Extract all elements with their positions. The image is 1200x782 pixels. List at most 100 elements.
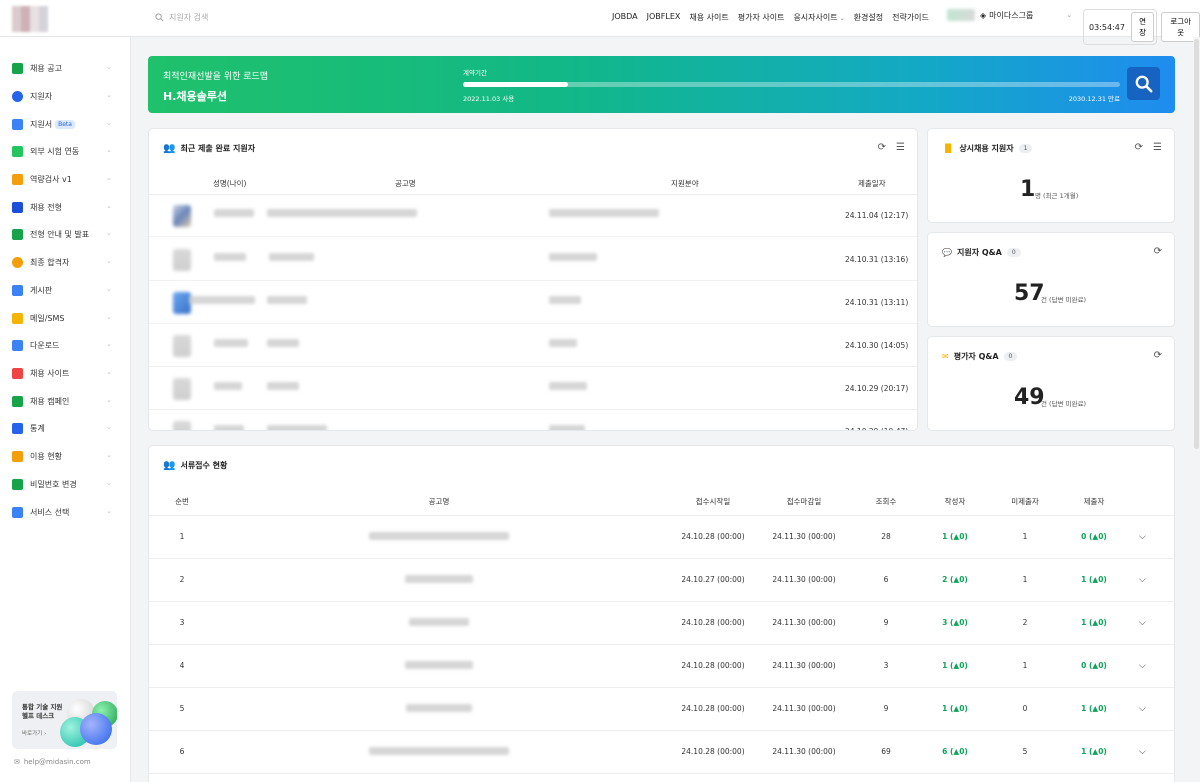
bar-chart-icon: [12, 450, 23, 462]
lock-bag-icon: [12, 478, 23, 490]
table-row[interactable]: 1 24.10.28 (00:00) 24.11.30 (00:00) 28 1 (▲0…: [149, 516, 1174, 559]
refresh-icon[interactable]: ⟳: [1154, 350, 1162, 361]
help-email[interactable]: ✉ help@midasin.com: [14, 758, 91, 766]
views: 9: [883, 704, 889, 713]
submitted-count[interactable]: 1 (▲0): [1081, 618, 1107, 627]
banner-search-button[interactable]: [1127, 67, 1160, 100]
nav-strategy-guide[interactable]: 전략가이드: [892, 12, 929, 23]
submit-date: 24.10.29 (10:47): [845, 427, 908, 430]
refresh-icon[interactable]: ⟳: [1154, 246, 1162, 257]
refresh-icon[interactable]: ⟳: [1135, 142, 1143, 153]
table-row[interactable]: 24.10.31 (13:11): [149, 282, 917, 324]
org-selector[interactable]: ◈ 마이다스그룹 ⌄: [947, 9, 1072, 21]
applicant-search[interactable]: 지원자 검색: [155, 12, 208, 23]
sidebar-item-10[interactable]: 메일/SMS ⌄: [12, 311, 118, 325]
chevron-down-icon[interactable]: ⌵: [1139, 747, 1146, 757]
redacted-field: [549, 253, 597, 261]
sidebar-item-13[interactable]: 채용 캠페인 ⌄: [12, 394, 118, 408]
submitted-count[interactable]: 1 (▲0): [1081, 704, 1107, 713]
sidebar-item-14[interactable]: 통계 ⌄: [12, 421, 118, 435]
document-table-header: 순번 공고명 접수시작일 접수마감일 조회수 작성자 미제출자 제출자: [149, 492, 1174, 516]
table-row[interactable]: 24.11.04 (12:17): [149, 195, 917, 237]
scroll-thumb[interactable]: [1194, 39, 1199, 449]
chevron-down-icon: ⌄: [106, 202, 112, 210]
filter-icon[interactable]: ☰: [1153, 142, 1162, 153]
regular-value: 1: [1020, 177, 1036, 202]
writers-count[interactable]: 1 (▲0): [942, 532, 968, 541]
writers-count[interactable]: 3 (▲0): [942, 618, 968, 627]
sidebar-item-label: 다운로드: [30, 340, 60, 350]
sidebar-item-4[interactable]: 외부 시험 연동 ⌄: [12, 144, 118, 158]
table-row[interactable]: 24.10.29 (20:17): [149, 368, 917, 410]
table-row[interactable]: 3 24.10.28 (00:00) 24.11.30 (00:00) 9 3 (▲0)…: [149, 602, 1174, 645]
nav-settings[interactable]: 환경설정: [854, 12, 883, 23]
table-row[interactable]: 24.10.30 (14:05): [149, 325, 917, 367]
sidebar-item-2[interactable]: 지원자 ⌄: [12, 89, 118, 103]
redacted-posting: [267, 425, 327, 430]
sidebar-item-16[interactable]: 비밀번호 변경 ⌄: [12, 477, 118, 491]
refresh-icon[interactable]: ⟳: [878, 142, 886, 153]
funnel-icon: [12, 422, 23, 434]
table-row[interactable]: 24.10.29 (10:47): [149, 411, 917, 430]
sidebar-item-6[interactable]: 채용 전형 ⌄: [12, 200, 118, 214]
table-row[interactable]: 2 24.10.27 (00:00) 24.11.30 (00:00) 6 2 (▲0)…: [149, 559, 1174, 602]
helpdesk-banner[interactable]: 통합 기술 지원 헬프 데스크 바로가기 ›: [12, 691, 117, 749]
chevron-down-icon: ⌄: [106, 423, 112, 431]
redacted-field: [549, 382, 587, 390]
redacted-field: [549, 339, 577, 347]
nav-jobflex[interactable]: JOBFLEX: [647, 12, 681, 23]
company-logo[interactable]: [12, 6, 48, 32]
chevron-down-icon[interactable]: ⌵: [1139, 704, 1146, 714]
redacted-posting: [369, 532, 509, 540]
sidebar-item-9[interactable]: 게시판 ⌄: [12, 283, 118, 297]
writers-count[interactable]: 6 (▲0): [942, 747, 968, 756]
col-end: 접수마감일: [786, 497, 822, 506]
submitted-count[interactable]: 0 (▲0): [1081, 532, 1107, 541]
download-icon: [12, 339, 23, 351]
sidebar-item-5[interactable]: 역량검사 v1 ⌄: [12, 172, 118, 186]
sidebar-item-12[interactable]: 채용 사이트 ⌄: [12, 366, 118, 380]
sidebar-item-17[interactable]: 서비스 선택 ⌄: [12, 505, 118, 519]
chevron-down-icon: ⌄: [106, 285, 112, 293]
nav-jobda[interactable]: JOBDA: [612, 12, 638, 23]
filter-icon[interactable]: ☰: [896, 142, 905, 153]
table-row[interactable]: 5 24.10.28 (00:00) 24.11.30 (00:00) 9 1 (▲0)…: [149, 688, 1174, 731]
submitted-count[interactable]: 1 (▲0): [1081, 575, 1107, 584]
sidebar-item-15[interactable]: 이용 현황 ⌄: [12, 449, 118, 463]
helpdesk-link[interactable]: 바로가기 ›: [22, 729, 46, 737]
writers-count[interactable]: 1 (▲0): [942, 661, 968, 670]
table-row[interactable]: 6 24.10.28 (00:00) 24.11.30 (00:00) 69 6 (▲0…: [149, 731, 1174, 774]
views: 28: [881, 532, 891, 541]
board-icon: [12, 284, 23, 296]
submitted-count[interactable]: 0 (▲0): [1081, 661, 1107, 670]
sidebar-item-label: 채용 전형: [30, 202, 62, 212]
submitted-count[interactable]: 1 (▲0): [1081, 747, 1107, 756]
search-icon: [1135, 75, 1152, 92]
submit-date: 24.10.30 (14:05): [845, 341, 909, 350]
writers-count[interactable]: 2 (▲0): [942, 575, 968, 584]
sidebar-item-1[interactable]: 채용 공고 ⌄: [12, 61, 118, 75]
search-input[interactable]: 지원자 검색: [169, 12, 208, 23]
page-scrollbar[interactable]: [1193, 37, 1200, 782]
sidebar-item-11[interactable]: 다운로드 ⌄: [12, 338, 118, 352]
chevron-down-icon[interactable]: ⌵: [1139, 532, 1146, 542]
diamond-icon: [12, 173, 23, 185]
table-row[interactable]: 4 24.10.28 (00:00) 24.11.30 (00:00) 3 1 (▲0)…: [149, 645, 1174, 688]
sidebar-item-3[interactable]: 지원서 Beta ⌄: [12, 117, 118, 131]
chevron-down-icon[interactable]: ⌵: [1139, 661, 1146, 671]
writers-count[interactable]: 1 (▲0): [942, 704, 968, 713]
sidebar-item-7[interactable]: 전형 안내 및 발표 ⌄: [12, 227, 118, 241]
sidebar-item-8[interactable]: 최종 합격자 ⌄: [12, 255, 118, 269]
nav-recruit-site[interactable]: 채용 사이트: [689, 12, 728, 23]
nav-candidate-site[interactable]: 응시자사이트 ⌄: [793, 12, 844, 23]
nav-evaluator-site[interactable]: 평가자 사이트: [738, 12, 785, 23]
chevron-down-icon: ⌄: [106, 313, 112, 321]
nav-candidate-site-label: 응시자사이트: [793, 13, 838, 22]
chevron-down-icon[interactable]: ⌵: [1139, 575, 1146, 585]
avatar: [173, 378, 191, 400]
col-start: 접수시작일: [695, 497, 731, 506]
extend-button[interactable]: 연장: [1130, 12, 1155, 42]
avatar: [173, 335, 191, 357]
table-row[interactable]: 24.10.31 (13:16): [149, 239, 917, 281]
chevron-down-icon[interactable]: ⌵: [1139, 618, 1146, 628]
